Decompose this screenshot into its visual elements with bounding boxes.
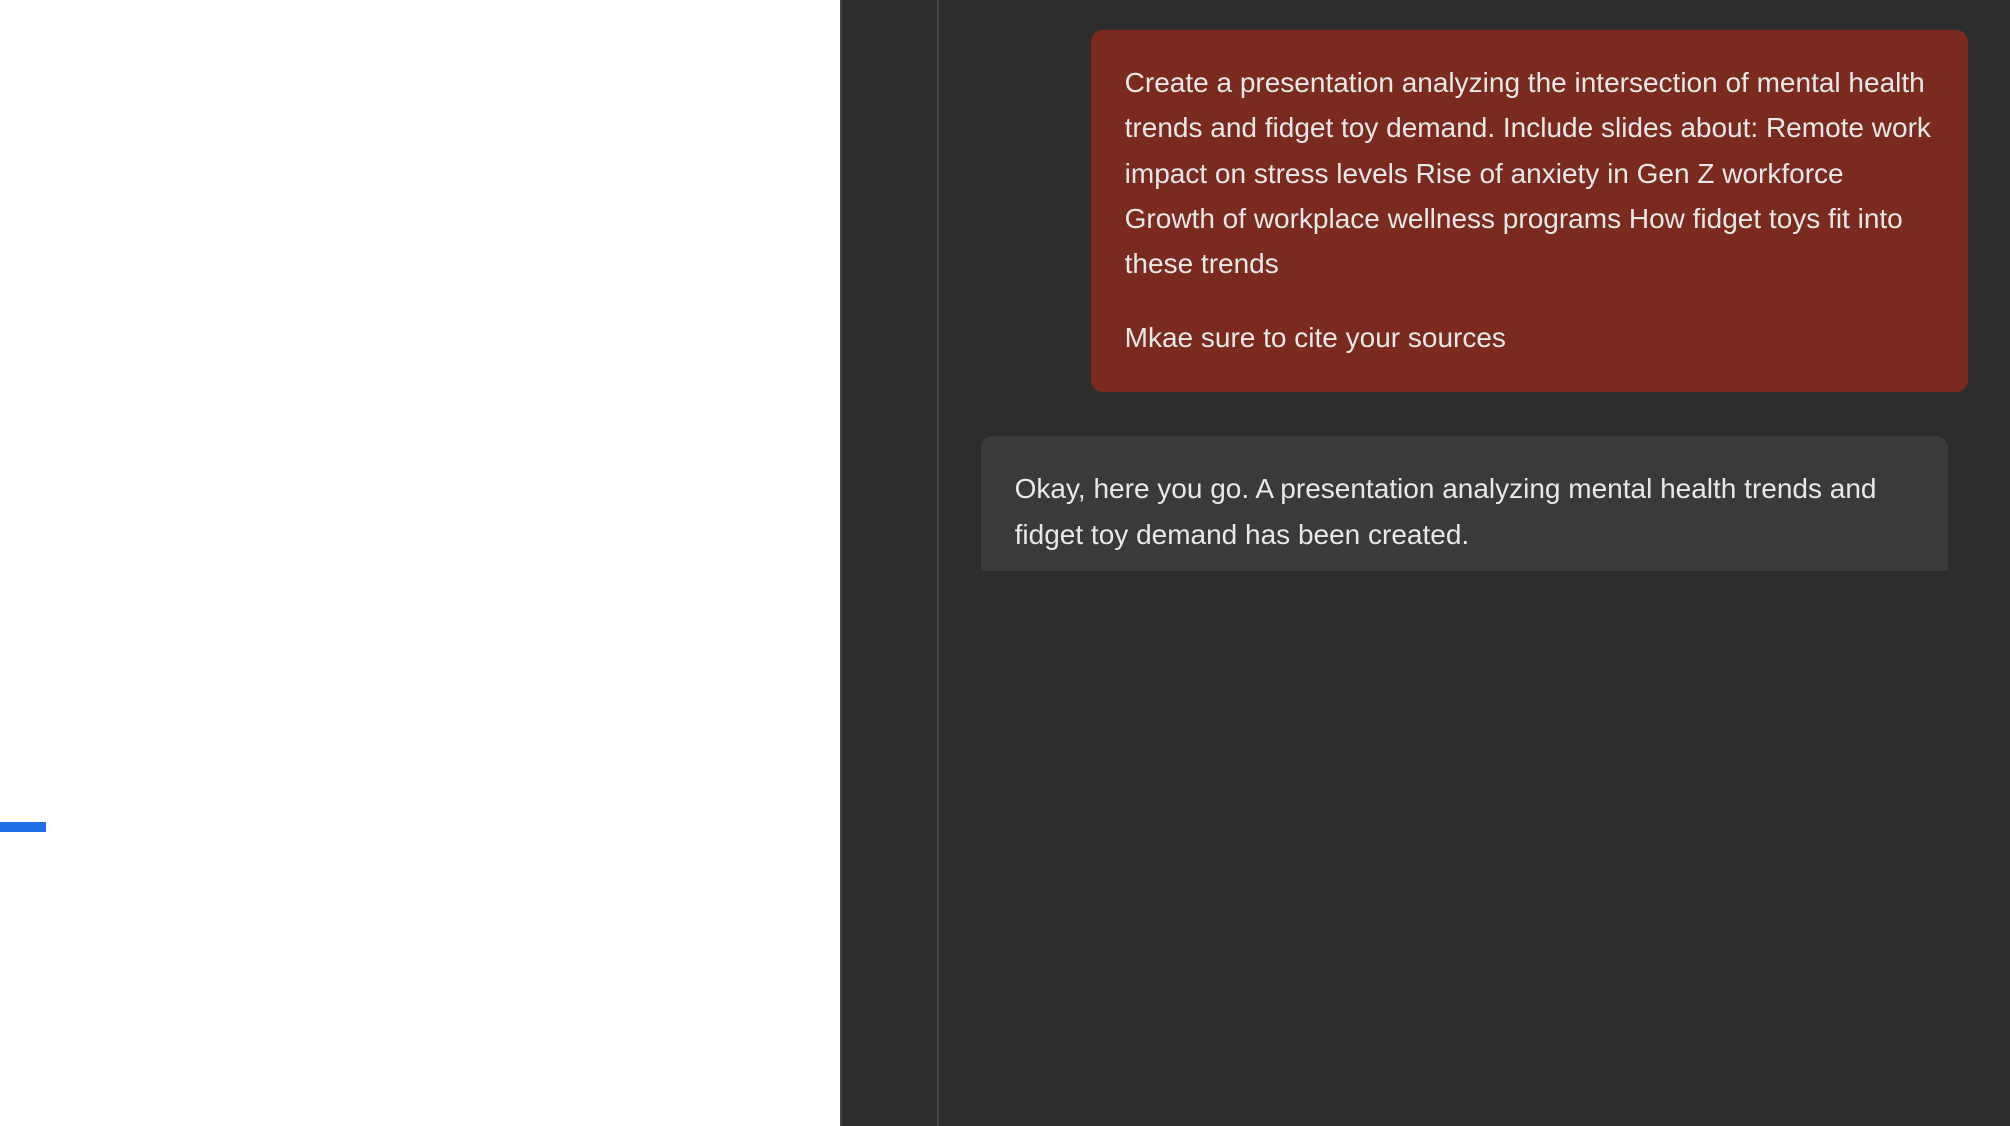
selection-indicator <box>0 822 46 832</box>
document-preview-pane[interactable] <box>0 0 840 1126</box>
user-message-text: Create a presentation analyzing the inte… <box>1125 60 1934 287</box>
chat-pane[interactable]: Create a presentation analyzing the inte… <box>939 0 2010 1126</box>
assistant-message-text: Okay, here you go. A presentation analyz… <box>1015 466 1914 557</box>
app-root: Create a presentation analyzing the inte… <box>0 0 2010 1126</box>
pane-divider[interactable] <box>840 0 938 1126</box>
user-message: Create a presentation analyzing the inte… <box>1091 30 1968 392</box>
assistant-message: Okay, here you go. A presentation analyz… <box>981 436 1948 571</box>
user-message-text: Mkae sure to cite your sources <box>1125 315 1934 360</box>
